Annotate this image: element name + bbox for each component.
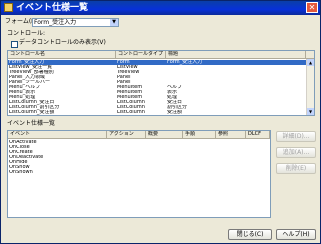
title-bar: イベント仕様一覧 ✕ — [1, 1, 320, 15]
column-header[interactable]: DLCF — [246, 131, 270, 138]
column-header[interactable]: 標題 — [166, 51, 306, 58]
form-select[interactable]: Form_受注入力 ▼ — [32, 18, 119, 27]
delete-button[interactable]: 削除(E) — [276, 163, 316, 174]
window-title: イベント仕様一覧 — [16, 3, 89, 13]
controls-list-header: コントロール名 コントロールタイプ 標題 — [8, 51, 314, 59]
help-button[interactable]: ヘルプ(H) — [276, 229, 316, 240]
controls-list-scrollbar[interactable]: ▲ ▼ — [306, 59, 314, 115]
table-row[interactable]: ListColumn_受注額 ListColumn 受注額 — [8, 110, 307, 115]
column-header[interactable]: イベント — [8, 131, 107, 138]
column-header[interactable]: コントロール名 — [8, 51, 116, 58]
events-list[interactable]: イベント アクション 概要 手順 参照 DLCF OnActivate OnClo… — [7, 130, 271, 218]
scroll-down-icon[interactable]: ▼ — [307, 108, 314, 115]
table-cell: 受注額 — [167, 110, 183, 115]
data-controls-only-checkbox[interactable] — [11, 41, 18, 48]
form-select-value: Form_受注入力 — [34, 19, 77, 26]
column-header[interactable]: 参照 — [216, 131, 246, 138]
list-item[interactable]: OnShown — [8, 170, 270, 175]
events-list-header: イベント アクション 概要 手順 参照 DLCF — [8, 131, 270, 139]
event-name: OnShown — [9, 170, 33, 175]
column-header[interactable]: 概要 — [146, 131, 183, 138]
column-header[interactable]: アクション — [107, 131, 146, 138]
column-header[interactable]: コントロールタイプ — [116, 51, 166, 58]
close-button[interactable]: 閉じる(C) — [228, 229, 272, 240]
add-button[interactable]: 追加(A)... — [276, 147, 316, 158]
app-icon — [4, 3, 13, 12]
chevron-down-icon[interactable]: ▼ — [110, 19, 118, 26]
events-label: イベント仕様一覧 — [7, 120, 56, 127]
table-cell: ListColumn_受注額 — [9, 110, 55, 115]
data-controls-only-label: データコントロールのみ表示(V) — [19, 39, 106, 46]
controls-label: コントロール: — [7, 30, 46, 37]
scroll-up-icon[interactable]: ▲ — [307, 59, 314, 66]
table-cell: ListColumn — [117, 110, 145, 115]
close-icon[interactable]: ✕ — [306, 2, 318, 13]
controls-list[interactable]: コントロール名 コントロールタイプ 標題 Form_受注入力 Form Form_受… — [7, 50, 315, 116]
column-header[interactable]: 手順 — [183, 131, 216, 138]
detail-button[interactable]: 詳細(D)... — [276, 131, 316, 142]
event-spec-window: イベント仕様一覧 ✕ フォーム(F): Form_受注入力 ▼ コントロール: … — [0, 0, 321, 244]
